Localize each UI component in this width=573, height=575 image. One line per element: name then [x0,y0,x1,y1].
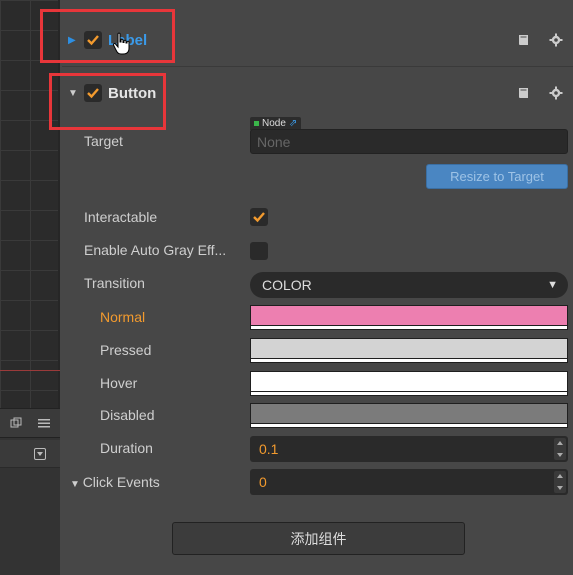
scene-row [0,440,60,468]
gear-icon[interactable] [549,86,563,100]
disabled-color-label: Disabled [100,407,155,423]
auto-gray-checkbox[interactable] [250,242,268,260]
add-component-button[interactable]: 添加组件 [172,522,465,555]
scene-toolbar [0,408,60,438]
duration-value: 0.1 [259,441,279,457]
target-field[interactable]: None [250,129,568,154]
dropdown-icon[interactable] [34,448,46,460]
chevron-down-icon: ▼ [547,279,558,291]
auto-gray-label: Enable Auto Gray Eff... [84,242,227,258]
target-label: Target [84,133,123,149]
interactable-label: Interactable [84,209,158,225]
click-events-text: Click Events [82,474,160,490]
button-highlight-box [49,73,166,130]
alpha-strip [251,423,567,427]
stepper-icon[interactable] [554,438,566,460]
duration-input[interactable]: 0.1 [250,436,568,462]
transition-value: COLOR [262,277,312,293]
gear-icon[interactable] [549,33,563,47]
hover-color-swatch[interactable] [250,371,568,396]
normal-color-swatch[interactable] [250,305,568,330]
interactable-checkbox[interactable] [250,208,268,226]
menu-icon[interactable] [38,417,50,429]
scene-guide-line [0,370,60,371]
disabled-color-swatch[interactable] [250,403,568,428]
header-divider [62,66,573,67]
click-events-count-input[interactable]: 0 [250,469,568,495]
pressed-color-swatch[interactable] [250,338,568,363]
alpha-strip [251,391,567,395]
node-tag-label: Node [262,118,286,129]
resize-to-target-button[interactable]: Resize to Target [426,164,568,189]
pressed-color-label: Pressed [100,342,152,358]
alpha-strip [251,325,567,329]
normal-color-label: Normal [100,309,146,325]
alpha-strip [251,358,567,362]
external-link-icon[interactable]: ⇗ [289,118,297,129]
transition-select[interactable]: COLOR ▼ [250,272,568,298]
hand-cursor-icon [112,32,130,55]
node-square-icon [254,121,259,126]
click-events-label[interactable]: ▼ Click Events [70,474,160,490]
duration-label: Duration [100,440,153,456]
book-icon[interactable] [517,86,531,100]
book-icon[interactable] [517,33,531,47]
button-header-icons [517,86,563,100]
hover-color-label: Hover [100,375,138,391]
label-highlight-box [40,9,175,63]
expand-arrow-icon: ▼ [70,479,83,490]
label-header-icons [517,33,563,47]
transition-label: Transition [84,275,145,291]
checkmark-icon [253,212,265,223]
click-events-value: 0 [259,474,267,490]
layers-icon[interactable] [10,417,22,429]
stepper-icon[interactable] [554,471,566,493]
